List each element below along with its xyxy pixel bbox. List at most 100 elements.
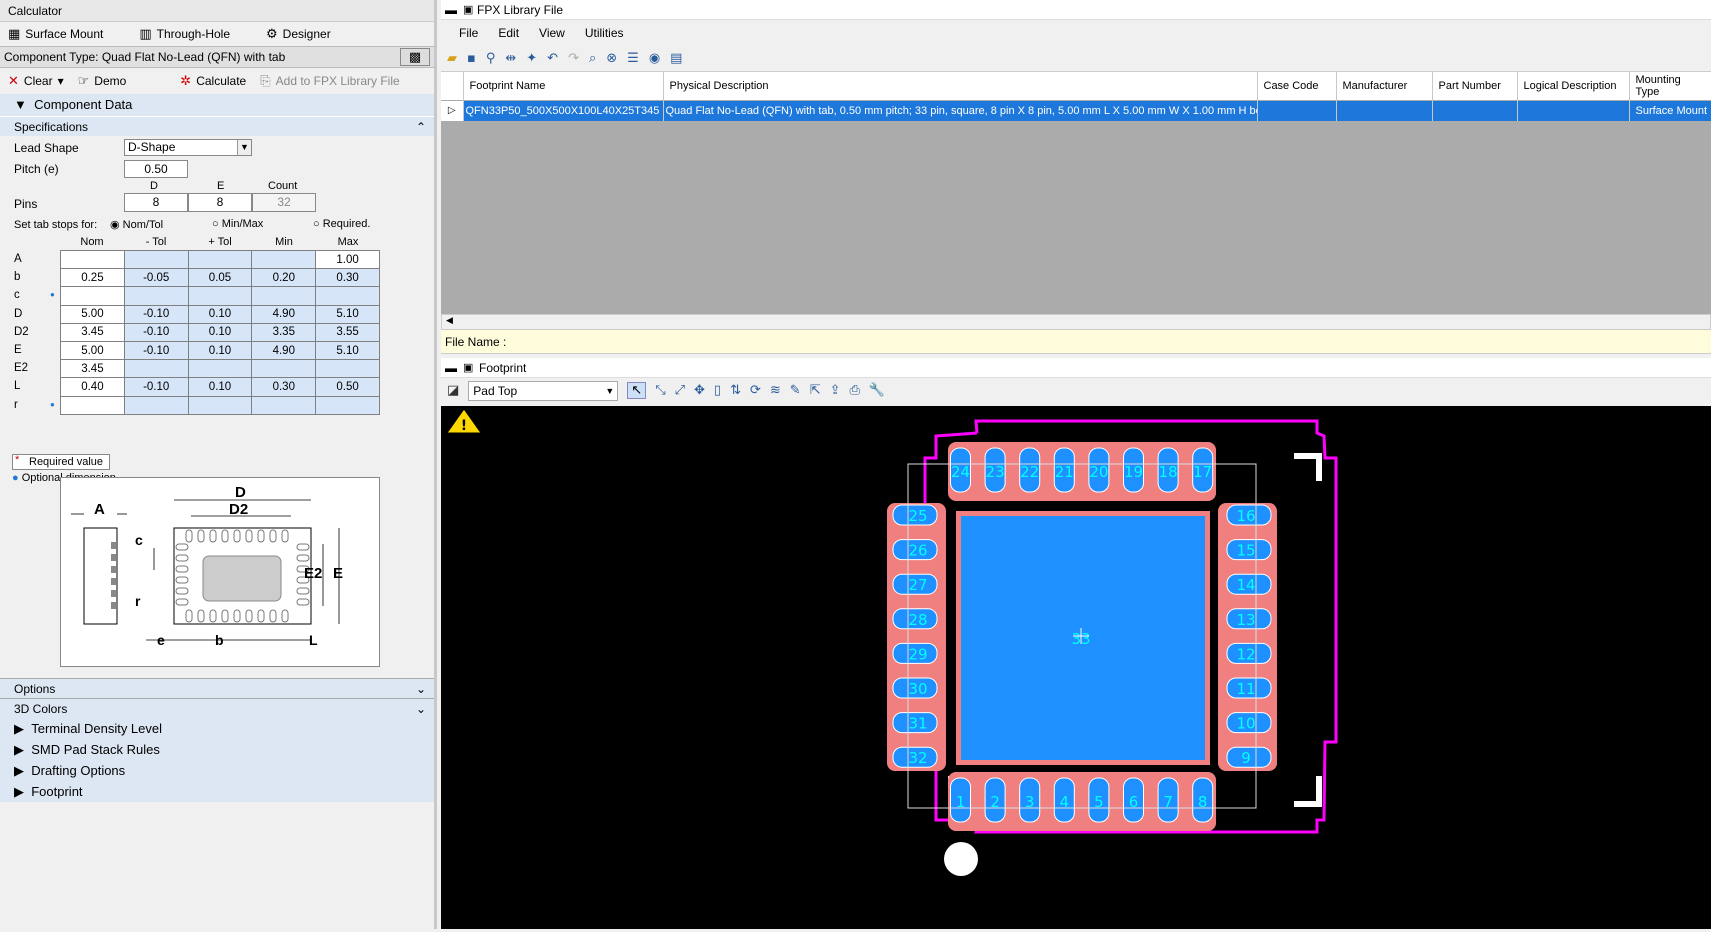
measure-icon[interactable]: ▯ [714,383,721,398]
save-icon[interactable]: ▪ [467,51,476,66]
dim-cell-b-0[interactable]: 0.25 [60,268,125,288]
dim-cell-d-1[interactable]: -0.10 [123,304,189,324]
dim-cell-b-1[interactable]: -0.05 [123,268,189,288]
calculate-button[interactable]: ✲ Calculate [180,74,246,89]
dim-cell-r-0[interactable] [60,395,125,415]
link-icon[interactable]: ⇹ [505,51,516,66]
dim-cell-d-3[interactable]: 4.90 [251,304,317,324]
menu-utilities[interactable]: Utilities [585,26,624,40]
tab-surface-mount[interactable]: ▦ Surface Mount [8,27,103,42]
minimize-icon[interactable]: ▬ [445,0,457,20]
menu-edit[interactable]: Edit [498,26,519,40]
lead-shape-select[interactable]: D-Shape ▼ [124,139,252,156]
redo-icon[interactable]: ↷ [568,51,579,66]
dim-cell-b-3[interactable]: 0.20 [251,268,317,288]
dim-cell-a-1[interactable] [123,249,189,270]
dim-cell-e2-0[interactable]: 3.45 [60,359,125,379]
draw-icon[interactable]: ✎ [790,383,801,398]
specifications-header[interactable]: Specifications ⌃ [0,116,434,136]
3d-colors-header[interactable]: 3D Colors ⌄ [0,698,434,718]
dim-cell-a-3[interactable] [251,249,317,270]
horizontal-scrollbar[interactable]: ◀ [441,313,1711,330]
pitch-input[interactable]: 0.50 [124,160,188,178]
dim-cell-a-4[interactable]: 1.00 [315,249,380,270]
package-picker-button[interactable]: ▩ [400,48,430,66]
rotate-icon[interactable]: ⟳ [750,383,761,398]
zoom-area-icon[interactable]: ⤢ [675,383,685,398]
dim-cell-d2-0[interactable]: 3.45 [60,322,125,342]
dim-cell-c-3[interactable] [251,286,317,306]
search-icon[interactable]: ⌕ [589,51,596,66]
dim-cell-d-2[interactable]: 0.10 [187,304,253,324]
dim-cell-c-0[interactable] [60,286,125,306]
dim-cell-e-0[interactable]: 5.00 [60,340,125,361]
wizard-icon[interactable]: ✦ [526,51,537,66]
dim-cell-d2-3[interactable]: 3.35 [251,322,317,342]
key-icon[interactable]: ⚲ [486,51,496,66]
scroll-left-icon[interactable]: ◀ [446,315,453,325]
dim-cell-e-2[interactable]: 0.10 [187,340,253,361]
tab-through-hole[interactable]: ▥ Through-Hole [139,27,230,42]
options-header[interactable]: Options ⌄ [0,678,434,698]
dim-cell-d-0[interactable]: 5.00 [60,304,125,324]
col-case-code[interactable]: Case Code [1257,72,1337,101]
share-icon[interactable]: ⇪ [830,383,841,398]
dim-cell-l-3[interactable]: 0.30 [251,377,317,397]
list-icon[interactable]: ☰ [627,51,639,66]
open-folder-icon[interactable]: ▰ [447,51,457,66]
col-logical-description[interactable]: Logical Description [1517,72,1630,101]
dim-cell-l-0[interactable]: 0.40 [60,377,125,397]
flip-icon[interactable]: ⇅ [730,383,741,398]
footprint-canvas[interactable]: ! 33 1 24 25 16 2 23 26 15 3 22 27 14 4 21 28 13 5 20 29 12 6… [441,406,1711,929]
dim-cell-l-4[interactable]: 0.50 [315,377,380,397]
col-mounting-type[interactable]: Mounting Type [1629,72,1711,101]
col-physical-description[interactable]: Physical Description [663,72,1258,101]
dim-cell-d2-2[interactable]: 0.10 [187,322,253,342]
drafting-options-section[interactable]: ▶ Drafting Options [0,760,434,781]
pan-icon[interactable]: ✥ [694,383,705,398]
dim-cell-r-3[interactable] [251,395,317,415]
dim-cell-e2-3[interactable] [251,359,317,379]
footprint-section[interactable]: ▶ Footprint [0,781,434,802]
component-data-header[interactable]: ▼ Component Data [0,94,434,116]
radio-nomtol[interactable]: ◉ Nom/Tol [110,218,163,231]
dim-cell-l-2[interactable]: 0.10 [187,377,253,397]
row-selector-icon[interactable]: ▷ [441,100,464,121]
stack-icon[interactable]: ≋ [770,383,781,398]
smd-pad-stack-section[interactable]: ▶ SMD Pad Stack Rules [0,739,434,760]
undo-icon[interactable]: ↶ [547,51,558,66]
terminal-density-section[interactable]: ▶ Terminal Density Level [0,718,434,739]
dim-cell-c-2[interactable] [187,286,253,306]
col-footprint-name[interactable]: Footprint Name [463,72,664,101]
select-pointer-icon[interactable]: ↖ [627,382,647,399]
eye-icon[interactable]: ◉ [649,51,660,66]
wrench-icon[interactable]: 🔧 [869,383,885,398]
close-icon[interactable]: ⊗ [606,51,617,66]
dim-cell-b-2[interactable]: 0.05 [187,268,253,288]
dim-cell-e-1[interactable]: -0.10 [123,340,189,361]
zoom-fit-icon[interactable]: ⤡ [655,383,665,398]
dim-cell-d2-4[interactable]: 3.55 [315,322,380,342]
dim-cell-l-1[interactable]: -0.10 [123,377,189,397]
dim-cell-a-0[interactable] [60,249,125,270]
pins-e-input[interactable]: 8 [188,193,252,212]
export-icon[interactable]: ⇱ [810,383,821,398]
col-manufacturer[interactable]: Manufacturer [1336,72,1433,101]
pins-d-input[interactable]: 8 [124,193,188,212]
dim-cell-c-1[interactable] [123,286,189,306]
dim-cell-e-4[interactable]: 5.10 [315,340,380,361]
menu-view[interactable]: View [539,26,565,40]
document-icon[interactable]: ▤ [670,51,682,66]
layer-select[interactable]: Pad Top ▼ [468,380,619,401]
print-icon[interactable]: ⎙ [850,383,860,398]
menu-file[interactable]: File [459,26,478,40]
dim-cell-r-4[interactable] [315,395,380,415]
dim-cell-e-3[interactable]: 4.90 [251,340,317,361]
dim-cell-a-2[interactable] [187,249,253,270]
add-to-library-button[interactable]: ⎘ Add to FPX Library File [260,74,399,89]
radio-required[interactable]: ○ Required. [313,218,370,230]
dim-cell-e2-4[interactable] [315,359,380,379]
dim-cell-d-4[interactable]: 5.10 [315,304,380,324]
dim-cell-e2-1[interactable] [123,359,189,379]
dim-cell-b-4[interactable]: 0.30 [315,268,380,288]
